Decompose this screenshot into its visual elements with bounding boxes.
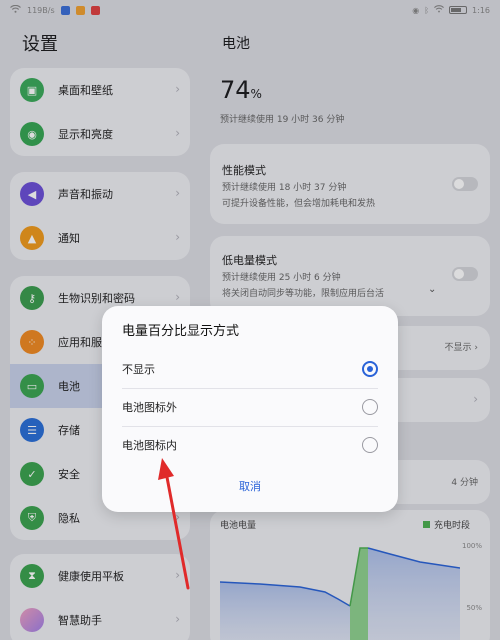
annotation-arrow-icon [158, 458, 190, 590]
